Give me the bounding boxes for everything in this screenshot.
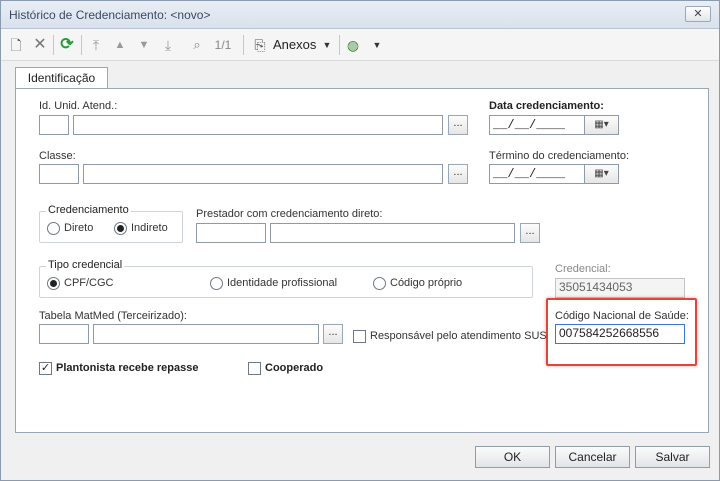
- plantonista-checkbox[interactable]: ✓: [39, 362, 52, 375]
- title-bar: Histórico de Credenciamento: <novo> ✕: [1, 1, 719, 29]
- radio-codigo-proprio[interactable]: [373, 277, 386, 290]
- binoculars-icon[interactable]: ⌕: [187, 35, 207, 55]
- attachment-icon[interactable]: ⎘: [251, 35, 269, 55]
- id-unid-label: Id. Unid. Atend.:: [39, 100, 118, 112]
- classe-label: Classe:: [39, 150, 76, 162]
- anexos-dropdown-icon[interactable]: ▼: [321, 35, 333, 55]
- responsavel-sus-label: Responsável pelo atendimento SUS: [370, 330, 547, 342]
- tabela-matmed-code-input[interactable]: [39, 324, 89, 344]
- window-title: Histórico de Credenciamento: <novo>: [9, 8, 211, 22]
- id-unid-code-input[interactable]: [39, 115, 69, 135]
- radio-cpf-cgc[interactable]: [47, 277, 60, 290]
- classe-lookup-button[interactable]: ...: [448, 164, 468, 184]
- page-indicator: 1/1: [214, 38, 232, 52]
- credenciamento-group-title: Credenciamento: [46, 204, 131, 216]
- ok-button[interactable]: OK: [475, 446, 550, 468]
- id-unid-name-input[interactable]: [73, 115, 443, 135]
- data-credenciamento-picker[interactable]: __/__/____ ▦▾: [489, 115, 619, 135]
- classe-name-input[interactable]: [83, 164, 443, 184]
- anexos-button[interactable]: Anexos: [273, 35, 317, 55]
- toolbar: 🗋 ✕ ⟳ ⤒ ▲ ▼ ⤓ ⌕ 1/1 ⎘ Anexos ▼ ◍ ▼: [1, 29, 719, 61]
- data-credenciamento-input[interactable]: __/__/____: [489, 115, 585, 135]
- cancel-button[interactable]: Cancelar: [555, 446, 630, 468]
- termino-label: Término do credenciamento:: [489, 150, 630, 162]
- credencial-label: Credencial:: [555, 263, 611, 275]
- tabela-matmed-lookup-button[interactable]: ...: [323, 324, 343, 344]
- radio-cpf-cgc-label: CPF/CGC: [64, 277, 114, 289]
- tabela-matmed-name-input[interactable]: [93, 324, 319, 344]
- cooperado-label: Cooperado: [265, 362, 324, 374]
- globe-dropdown-icon[interactable]: ▼: [371, 35, 383, 55]
- calendar-dropdown-icon[interactable]: ▦▾: [585, 164, 619, 184]
- dialog-window: Histórico de Credenciamento: <novo> ✕ 🗋 …: [0, 0, 720, 481]
- cns-input[interactable]: 007584252668556: [555, 324, 685, 344]
- radio-indireto[interactable]: [114, 222, 127, 235]
- last-record-icon[interactable]: ⤓: [159, 35, 177, 55]
- classe-code-input[interactable]: [39, 164, 79, 184]
- prestador-lookup-button[interactable]: ...: [520, 223, 540, 243]
- calendar-dropdown-icon[interactable]: ▦▾: [585, 115, 619, 135]
- tabela-matmed-label: Tabela MatMed (Terceirizado):: [39, 310, 187, 322]
- id-unid-lookup-button[interactable]: ...: [448, 115, 468, 135]
- cns-label: Código Nacional de Saúde:: [555, 310, 689, 322]
- radio-identidade[interactable]: [210, 277, 223, 290]
- responsavel-sus-checkbox[interactable]: [353, 330, 366, 343]
- termino-input[interactable]: __/__/____: [489, 164, 585, 184]
- radio-indireto-label: Indireto: [131, 222, 168, 234]
- tipo-credencial-group-title: Tipo credencial: [46, 259, 125, 271]
- radio-direto-label: Direto: [64, 222, 94, 234]
- credencial-input: 35051434053: [555, 278, 685, 298]
- prestador-label: Prestador com credenciamento direto:: [196, 208, 383, 220]
- next-record-icon[interactable]: ▼: [135, 35, 153, 55]
- cooperado-checkbox[interactable]: [248, 362, 261, 375]
- prestador-name-input[interactable]: [270, 223, 515, 243]
- data-credenciamento-label: Data credenciamento:: [489, 100, 604, 112]
- radio-direto[interactable]: [47, 222, 60, 235]
- previous-record-icon[interactable]: ▲: [111, 35, 129, 55]
- prestador-code-input[interactable]: [196, 223, 266, 243]
- radio-identidade-label: Identidade profissional: [227, 277, 338, 289]
- refresh-icon[interactable]: ⟳: [57, 35, 77, 55]
- delete-icon[interactable]: ✕: [31, 35, 49, 55]
- plantonista-label: Plantonista recebe repasse: [56, 362, 199, 374]
- first-record-icon[interactable]: ⤒: [87, 35, 105, 55]
- tab-identificacao[interactable]: Identificação: [15, 67, 108, 89]
- new-icon[interactable]: 🗋: [7, 35, 25, 55]
- save-button[interactable]: Salvar: [635, 446, 710, 468]
- termino-picker[interactable]: __/__/____ ▦▾: [489, 164, 619, 184]
- radio-codigo-proprio-label: Código próprio: [390, 277, 463, 289]
- globe-icon[interactable]: ◍: [344, 35, 362, 55]
- close-button[interactable]: ✕: [685, 6, 711, 22]
